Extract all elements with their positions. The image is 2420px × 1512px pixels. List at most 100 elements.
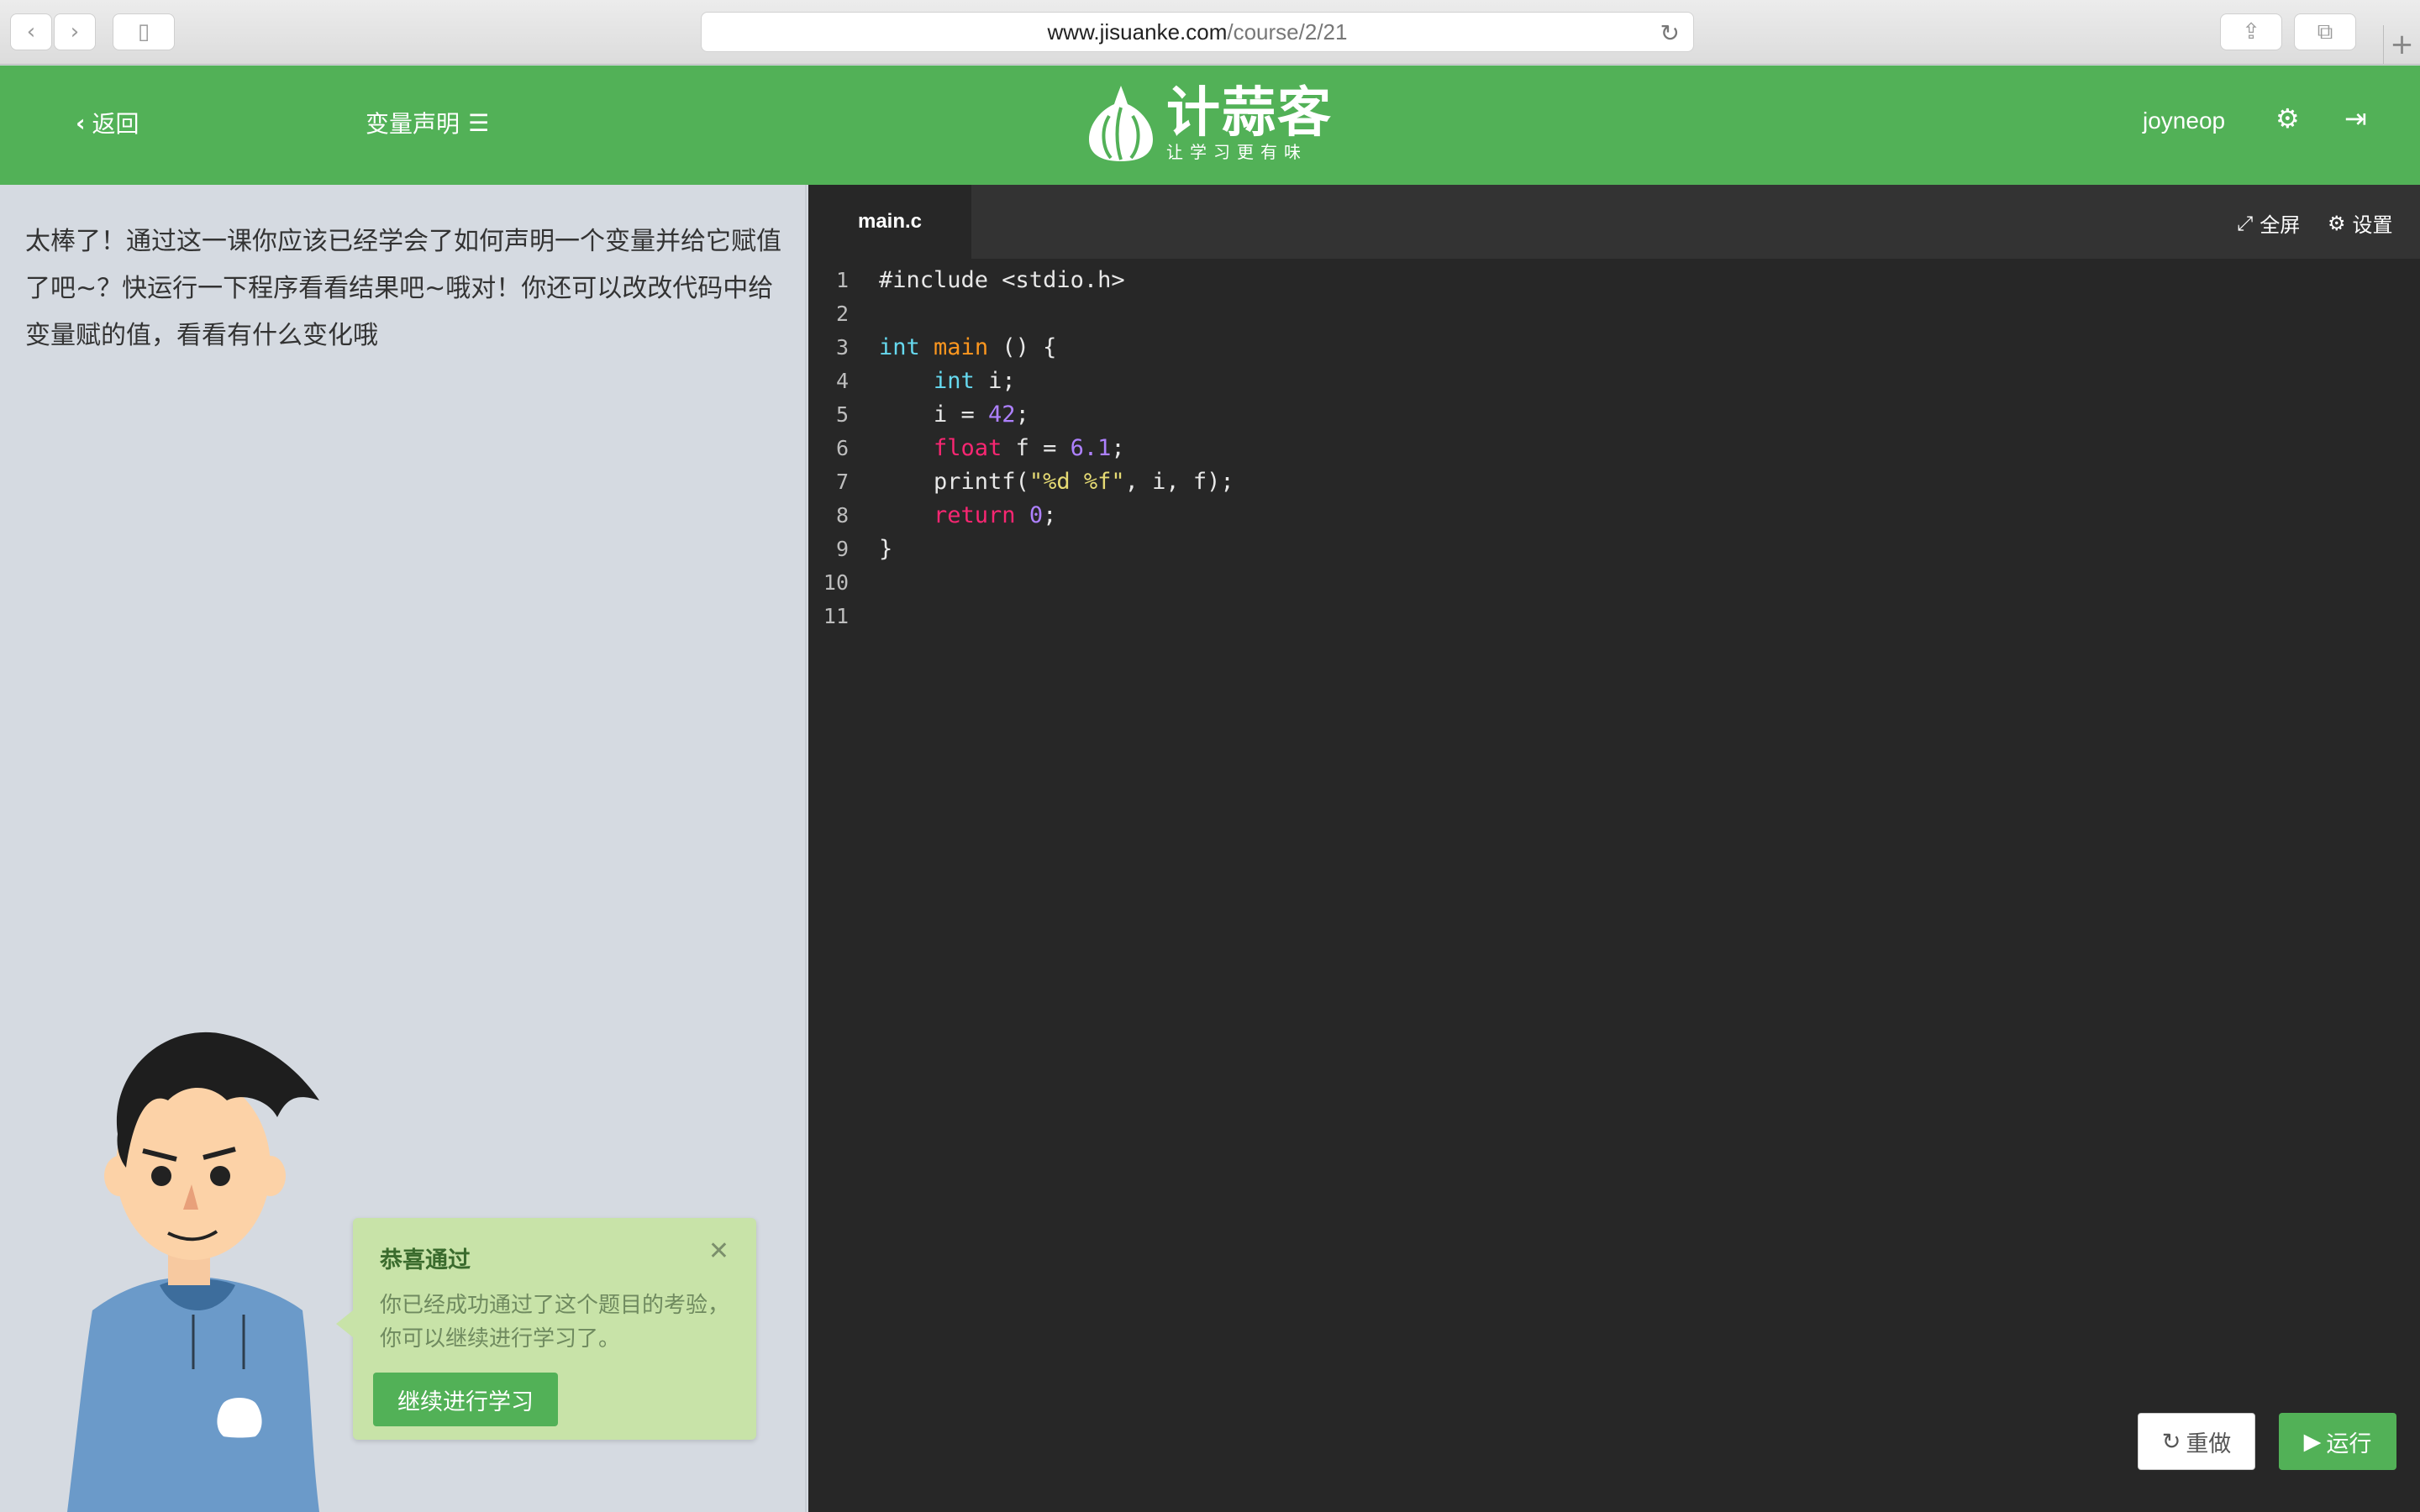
back-label: 返回 <box>92 110 139 138</box>
code-token: "%d %f" <box>1028 469 1125 495</box>
line-number: 2 <box>835 302 849 326</box>
editor-settings-button[interactable]: ⚙ 设置 <box>2328 208 2393 238</box>
logo-slogan: 让学习更有味 <box>1166 142 1307 162</box>
code-line: 2 <box>808 297 2420 331</box>
editor-tab-bar: main.c ⤢ 全屏 ⚙ 设置 <box>808 185 2420 259</box>
code-editor: main.c ⤢ 全屏 ⚙ 设置 1 #include <stdio.h> 2 … <box>808 185 2420 1512</box>
share-icon: ⇪ <box>2242 19 2260 45</box>
code-token: () { <box>988 334 1057 360</box>
logo-text: 计蒜客 <box>1166 82 1333 144</box>
code-text: #include <stdio.h> <box>879 267 1125 293</box>
tabs-icon: ⧉ <box>2317 18 2333 45</box>
code-text: int i; <box>849 365 1016 398</box>
line-number: 10 <box>823 570 849 595</box>
chevron-right-icon: › <box>70 19 80 45</box>
line-number: 4 <box>835 369 849 393</box>
code-text: } <box>879 536 893 562</box>
run-label: 运行 <box>2326 1431 2372 1457</box>
code-line: 10 <box>808 566 2420 600</box>
code-token: 0 <box>1028 502 1044 528</box>
code-token: return <box>934 502 1016 528</box>
reload-icon[interactable]: ↻ <box>1660 19 1680 47</box>
code-token: i; <box>974 368 1016 394</box>
plus-icon: + <box>2390 28 2414 61</box>
fullscreen-button[interactable]: ⤢ 全屏 <box>2237 208 2300 238</box>
code-text: float f = 6.1; <box>849 432 1125 465</box>
line-number: 1 <box>835 268 849 292</box>
url-host: www.jisuanke.com <box>1047 18 1228 45</box>
back-link[interactable]: ‹ 返回 <box>76 106 139 139</box>
continue-learning-button[interactable]: 继续进行学习 <box>373 1373 558 1426</box>
popup-body: 你已经成功通过了这个题目的考验，你可以继续进行学习了。 <box>380 1293 730 1352</box>
code-line: 4 int i; <box>808 365 2420 398</box>
popup-title: 恭喜通过 <box>380 1247 471 1273</box>
code-line: 11 <box>808 600 2420 633</box>
gear-icon: ⚙ <box>2328 211 2346 235</box>
code-line: 8 return 0; <box>808 499 2420 533</box>
menu-icon: ☰ <box>468 108 490 137</box>
mascot-illustration <box>67 1032 319 1512</box>
line-number: 11 <box>823 604 849 628</box>
redo-button[interactable]: ↻ 重做 <box>2138 1413 2255 1470</box>
url-path: /course/2/21 <box>1227 18 1348 45</box>
username[interactable]: joyneop <box>2143 108 2225 134</box>
line-number: 3 <box>835 335 849 360</box>
chevron-left-icon: ‹ <box>76 108 86 137</box>
garlic-icon <box>1089 86 1153 161</box>
logout-icon[interactable]: ⇥ <box>2344 102 2367 134</box>
code-line: 6 float f = 6.1; <box>808 432 2420 465</box>
code-token: ; <box>1043 502 1057 528</box>
code-token: ; <box>1015 402 1029 428</box>
code-line: 5 i = 42; <box>808 398 2420 432</box>
refresh-icon: ↻ <box>2161 1428 2181 1455</box>
code-token: main <box>934 334 989 360</box>
lesson-text: 太棒了！通过这一课你应该已经学会了如何声明一个变量并给它赋值了吧~？快运行一下程… <box>25 227 781 350</box>
tab-main-c[interactable]: main.c <box>808 185 971 259</box>
browser-toolbar: ‹ › ▯ www.jisuanke.com/course/2/21 ↻ ⇪ ⧉… <box>0 0 2420 65</box>
lesson-title: 变量声明 <box>366 110 460 138</box>
new-tab-button[interactable]: + <box>2383 25 2420 64</box>
code-area[interactable]: 1 #include <stdio.h> 2 3 int main () { 4… <box>808 264 2420 633</box>
line-number: 8 <box>835 503 849 528</box>
code-text: int main () { <box>849 331 1056 365</box>
code-token: int <box>879 334 920 360</box>
code-token: int <box>934 368 975 394</box>
code-token: float <box>934 435 1002 461</box>
fullscreen-label: 全屏 <box>2260 213 2301 237</box>
browser-back-button[interactable]: ‹ <box>10 13 52 50</box>
code-text: printf("%d %f", i, f); <box>849 465 1234 499</box>
address-bar[interactable]: www.jisuanke.com/course/2/21 ↻ <box>701 12 1694 52</box>
success-popup: 恭喜通过 ✕ 你已经成功通过了这个题目的考验，你可以继续进行学习了。 继续进行学… <box>336 1218 756 1440</box>
gear-icon[interactable]: ⚙ <box>2275 102 2300 134</box>
code-line: 9 } <box>808 533 2420 566</box>
code-token: ; <box>1111 435 1125 461</box>
line-number: 7 <box>835 470 849 494</box>
code-token: 6.1 <box>1070 435 1112 461</box>
sidebar-icon: ▯ <box>137 19 150 45</box>
tabs-button[interactable]: ⧉ <box>2294 13 2356 50</box>
expand-icon: ⤢ <box>2237 211 2254 235</box>
line-number: 5 <box>835 402 849 427</box>
code-token: f = <box>1002 435 1071 461</box>
code-text: return 0; <box>849 499 1056 533</box>
close-icon[interactable]: ✕ <box>708 1236 729 1266</box>
logo[interactable]: 计蒜客 让学习更有味 <box>1084 82 1333 165</box>
app-header: ‹ 返回 变量声明 ☰ 计蒜客 让学习更有味 joyneop ⚙ ⇥ <box>0 66 2420 185</box>
browser-forward-button[interactable]: › <box>54 13 96 50</box>
code-text: i = 42; <box>849 398 1029 432</box>
code-token: , i, f); <box>1124 469 1234 495</box>
run-button[interactable]: ▶ 运行 <box>2279 1413 2396 1470</box>
code-token: i = <box>879 402 989 428</box>
chevron-left-icon: ‹ <box>26 19 36 45</box>
sidebar-toggle-button[interactable]: ▯ <box>113 13 175 50</box>
code-line: 7 printf("%d %f", i, f); <box>808 465 2420 499</box>
lesson-menu[interactable]: 变量声明 ☰ <box>366 106 489 139</box>
share-button[interactable]: ⇪ <box>2220 13 2282 50</box>
